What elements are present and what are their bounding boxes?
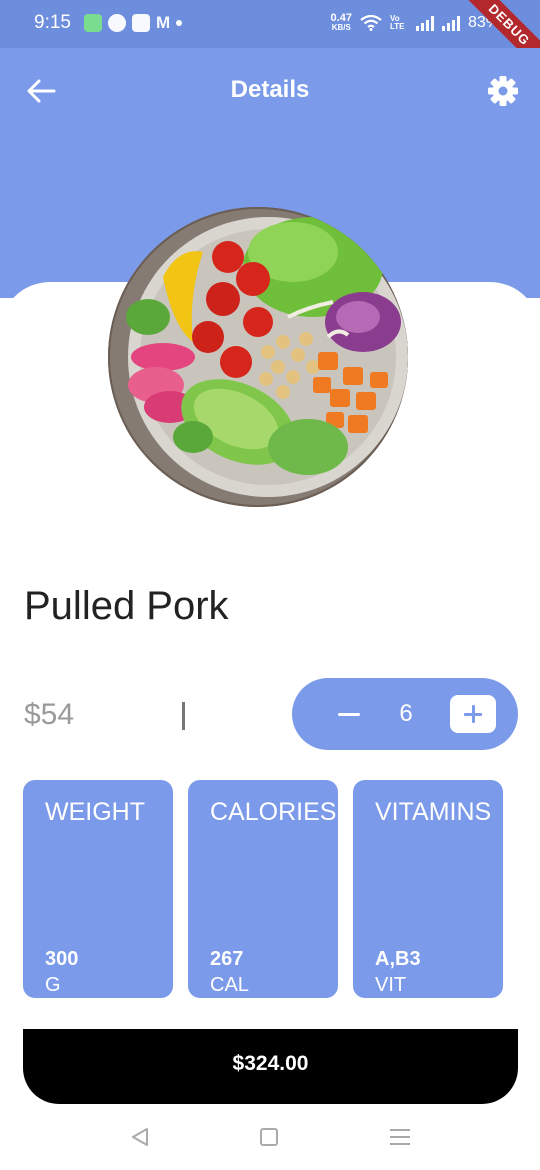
- stat-value: 300: [45, 948, 79, 970]
- status-right: 0.47 KB/S Vo LTE 83%: [331, 13, 500, 33]
- stat-card-weight: WEIGHT 300 G: [23, 780, 173, 998]
- food-image: [108, 207, 408, 507]
- status-time: 9:15: [34, 12, 71, 33]
- stat-value: A,B3: [375, 948, 421, 970]
- notification-icons: M: [84, 13, 183, 32]
- gear-icon: [488, 76, 518, 106]
- total-price-button[interactable]: $324.00: [23, 1029, 518, 1104]
- stat-title: CALORIES: [210, 798, 337, 826]
- quantity-value: 6: [399, 700, 413, 727]
- triangle-back-icon: [132, 1128, 148, 1146]
- food-name: Pulled Pork: [24, 584, 229, 628]
- myntra-app-icon: M: [156, 13, 171, 32]
- unit-price: $54: [24, 698, 75, 731]
- signal-icon-2: [441, 15, 460, 31]
- stat-title: WEIGHT: [45, 798, 145, 826]
- increase-quantity-button[interactable]: [450, 695, 496, 733]
- decrease-quantity-button[interactable]: [332, 700, 366, 728]
- page-title: Details: [230, 76, 310, 103]
- wifi-icon: [360, 15, 382, 31]
- stat-value: 267: [210, 948, 244, 970]
- salad-bowl-photo: [108, 207, 408, 507]
- stat-card-calories: CALORIES 267 CAL: [188, 780, 338, 998]
- nav-home-button[interactable]: [260, 1128, 278, 1146]
- nav-menu-button[interactable]: [390, 1129, 410, 1145]
- hotstar-app-icon: [108, 14, 126, 32]
- volte-icon: Vo LTE: [389, 14, 405, 31]
- stat-unit: G: [45, 974, 61, 996]
- stat-title: VITAMINS: [375, 798, 492, 826]
- message-app-icon: [84, 14, 102, 32]
- signal-icon-1: [415, 15, 434, 31]
- stat-card-vitamins: VITAMINS A,B3 VIT: [353, 780, 503, 998]
- settings-button[interactable]: [486, 74, 520, 108]
- net-speed: 0.47 KB/S: [330, 12, 352, 33]
- status-bar: 9:15 M 0.47 KB/S Vo LTE 83%: [0, 0, 540, 48]
- stat-unit: CAL: [210, 974, 249, 996]
- divider: [182, 702, 185, 730]
- nav-back-button[interactable]: [130, 1127, 150, 1147]
- stat-unit: VIT: [375, 974, 407, 996]
- quantity-stepper: 6: [292, 678, 518, 750]
- calculator-app-icon: [132, 14, 150, 32]
- more-notifications-dot-icon: [176, 20, 183, 26]
